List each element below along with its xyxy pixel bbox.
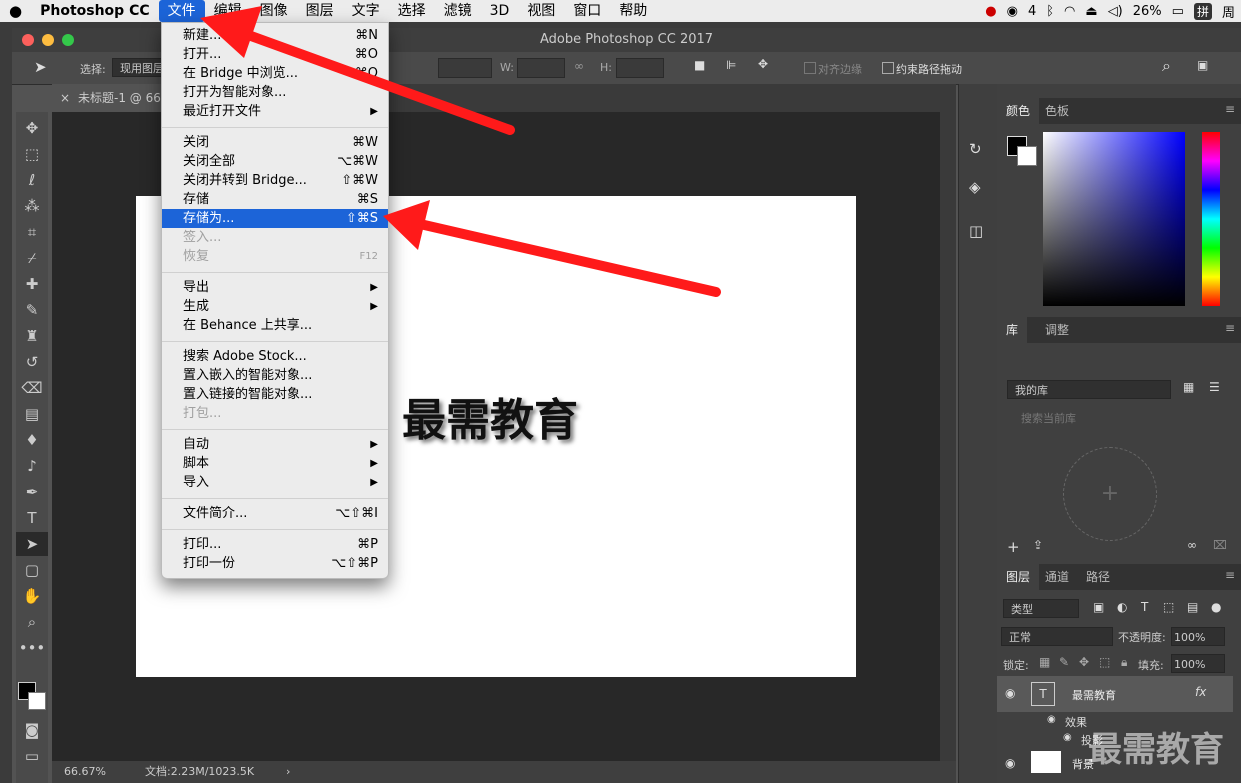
annotation-arrows <box>200 6 721 297</box>
arrow-to-file-menu <box>200 6 515 135</box>
arrow-to-save-as <box>383 200 721 297</box>
